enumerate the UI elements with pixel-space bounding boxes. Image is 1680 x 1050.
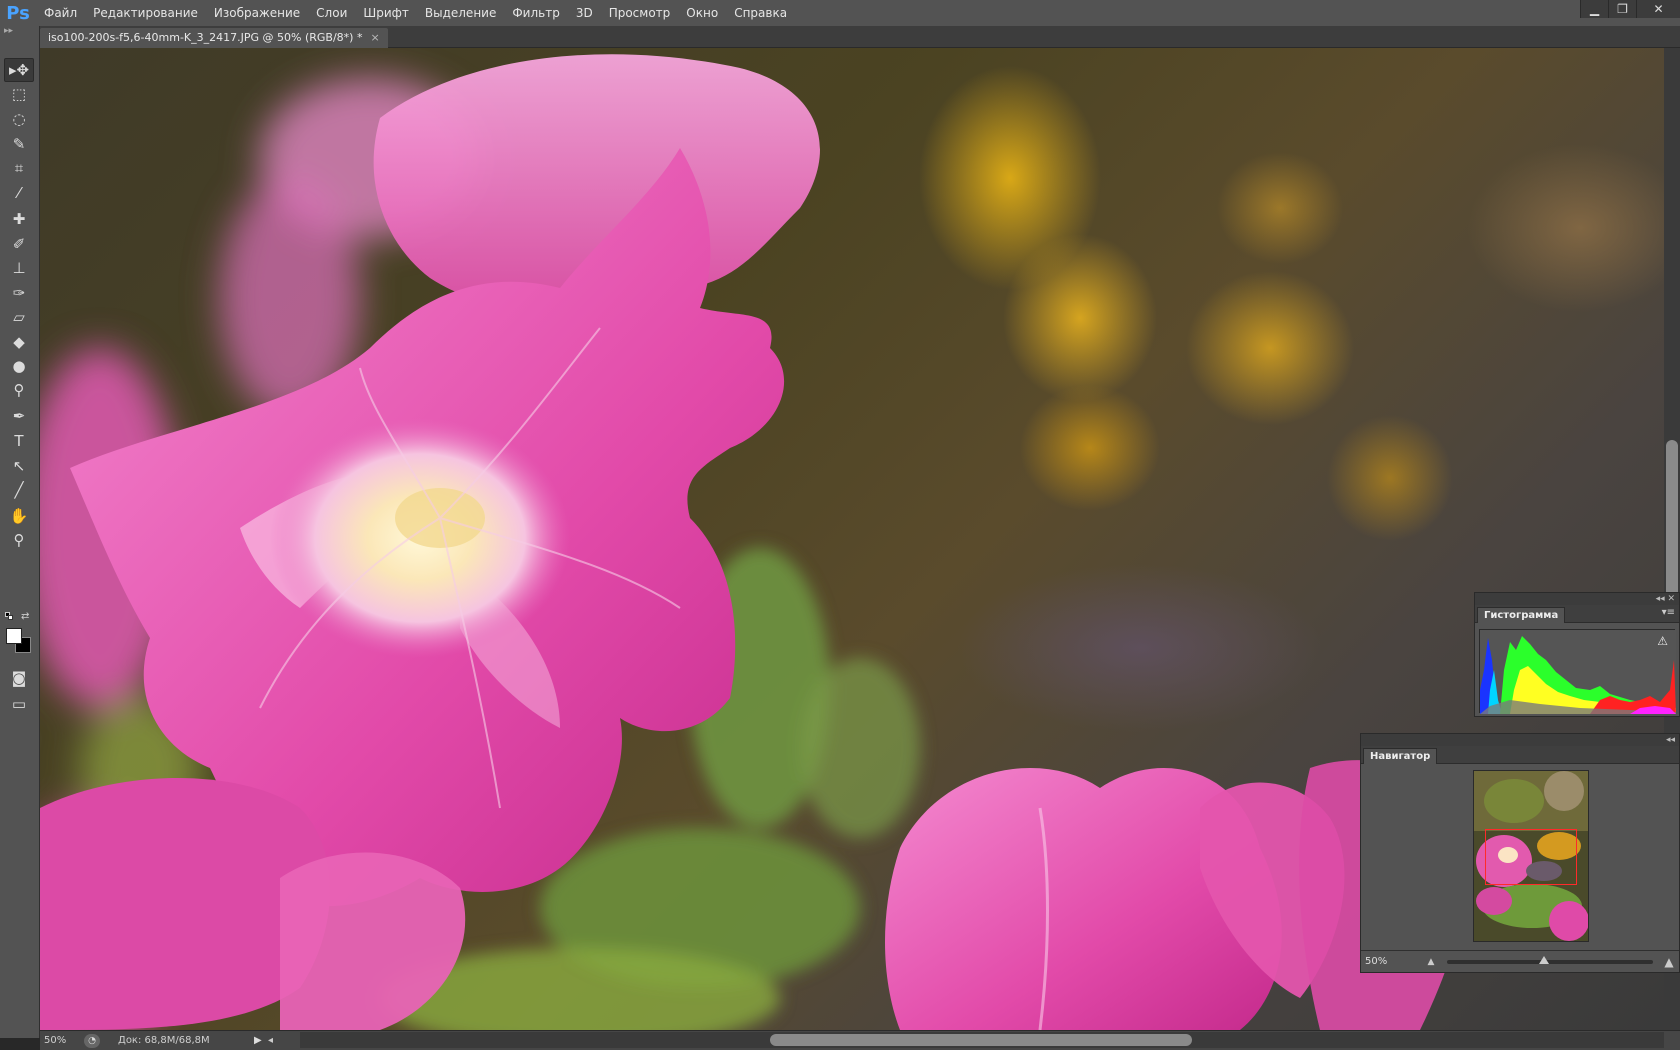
quick-mask-tool[interactable]: ◙ xyxy=(4,666,34,690)
menu-item-7[interactable]: 3D xyxy=(568,0,601,26)
navigator-panel: ◂◂ Навигатор 50% ▲ ▲ xyxy=(1360,733,1680,973)
toolbar-grip-icon[interactable]: ▸▸ xyxy=(0,26,39,40)
document-tab-bar: iso100-200s-f5,6-40mm-K_3_2417.JPG @ 50%… xyxy=(40,26,1680,48)
spot-healing-tool[interactable]: ✚ xyxy=(4,207,34,231)
histogram-chart xyxy=(1480,630,1676,714)
type-tool[interactable]: T xyxy=(4,429,34,453)
tools-panel: ▸▸ ▸✥ ⬚ ◌ ✎ ⌗ ⁄ ✚ ✐ ⊥ ✑ ▱ ◆ ● ⚲ ✒ T ↖ ╱ ✋ ⚲ ◙ ▭ ⇄ xyxy=(0,26,40,1038)
histogram-panel-menu-icon[interactable]: ▾≡ xyxy=(1662,607,1675,618)
tab-histogram[interactable]: Гистограмма xyxy=(1477,607,1566,623)
eraser-tool[interactable]: ▱ xyxy=(4,305,34,329)
zoom-in-icon[interactable]: ▲ xyxy=(1659,955,1679,969)
menu-item-1[interactable]: Редактирование xyxy=(85,0,206,26)
rect-marquee-tool[interactable]: ⬚ xyxy=(4,82,34,106)
crop-tool[interactable]: ⌗ xyxy=(4,156,34,180)
menu-item-2[interactable]: Изображение xyxy=(206,0,308,26)
menu-item-10[interactable]: Справка xyxy=(726,0,795,26)
hand-tool[interactable]: ✋ xyxy=(4,504,34,528)
histogram-tab-strip: Гистограмма ▾≡ xyxy=(1475,605,1679,623)
menu-item-0[interactable]: Файл xyxy=(36,0,85,26)
document-size-label: Док: 68,8M/68,8M xyxy=(118,1035,210,1046)
close-window-button[interactable]: ✕ xyxy=(1636,0,1680,18)
navigator-zoom-bar: 50% ▲ ▲ xyxy=(1361,950,1679,972)
navigator-zoom-field[interactable]: 50% xyxy=(1363,954,1421,970)
menu-item-8[interactable]: Просмотр xyxy=(601,0,679,26)
swap-colors-icon[interactable]: ⇄ xyxy=(21,611,29,622)
document-tab[interactable]: iso100-200s-f5,6-40mm-K_3_2417.JPG @ 50%… xyxy=(40,28,388,48)
brush-tool[interactable]: ✐ xyxy=(4,232,34,256)
menu-item-3[interactable]: Слои xyxy=(308,0,355,26)
navigator-thumbnail[interactable] xyxy=(1473,770,1589,942)
clone-stamp-tool[interactable]: ⊥ xyxy=(4,256,34,280)
zoom-out-icon[interactable]: ▲ xyxy=(1421,957,1441,967)
zoom-slider[interactable] xyxy=(1447,955,1653,964)
menu-item-5[interactable]: Выделение xyxy=(417,0,504,26)
horizontal-scrollbar[interactable] xyxy=(300,1032,1664,1048)
zoom-level-field[interactable]: 50% xyxy=(40,1035,84,1046)
paint-bucket-tool[interactable]: ◆ xyxy=(4,330,34,354)
close-tab-icon[interactable]: × xyxy=(370,28,379,48)
quick-selection-tool[interactable]: ✎ xyxy=(4,132,34,156)
zoom-slider-knob[interactable] xyxy=(1539,955,1549,964)
restore-button[interactable]: ❐ xyxy=(1608,0,1636,18)
menu-item-6[interactable]: Фильтр xyxy=(504,0,567,26)
eyedropper-tool[interactable]: ⁄ xyxy=(4,181,34,205)
screen-mode-tool[interactable]: ▭ xyxy=(4,692,34,716)
horizontal-scrollbar-thumb[interactable] xyxy=(770,1034,1192,1046)
cache-warning-icon[interactable]: ⚠ xyxy=(1657,634,1668,648)
histogram-panel: ◂◂ ✕ Гистограмма ▾≡ ⚠ xyxy=(1474,592,1680,717)
histogram-graph: ⚠ xyxy=(1479,629,1676,714)
status-info-icon[interactable]: ◔ xyxy=(84,1033,100,1048)
navigator-panel-collapse-icon[interactable]: ◂◂ xyxy=(1361,734,1679,746)
photoshop-window: Ps Файл Редактирование Изображение Слои Шриф… xyxy=(0,0,1680,1050)
dodge-tool[interactable]: ⚲ xyxy=(4,378,34,402)
zoom-tool[interactable]: ⚲ xyxy=(4,528,34,552)
blur-tool[interactable]: ● xyxy=(4,354,34,378)
menu-item-9[interactable]: Окно xyxy=(678,0,726,26)
path-selection-tool[interactable]: ↖ xyxy=(4,454,34,478)
tab-navigator[interactable]: Навигатор xyxy=(1363,748,1438,764)
menu-bar: Ps Файл Редактирование Изображение Слои Шриф… xyxy=(0,0,1680,26)
move-tool[interactable]: ▸✥ xyxy=(4,58,34,82)
pen-tool[interactable]: ✒ xyxy=(4,404,34,428)
histogram-panel-collapse-icon[interactable]: ◂◂ ✕ xyxy=(1475,593,1679,605)
lasso-tool[interactable]: ◌ xyxy=(4,107,34,131)
default-colors-icon[interactable] xyxy=(5,612,13,620)
line-tool[interactable]: ╱ xyxy=(4,478,34,502)
status-menu-arrow-icon[interactable]: ▶ xyxy=(254,1035,268,1046)
minimize-button[interactable]: ▁ xyxy=(1580,0,1608,18)
menu-item-4[interactable]: Шрифт xyxy=(355,0,417,26)
history-brush-tool[interactable]: ✑ xyxy=(4,281,34,305)
foreground-color-swatch[interactable] xyxy=(6,628,22,644)
scroll-left-icon[interactable]: ◂ xyxy=(268,1035,280,1046)
window-controls: ▁ ❐ ✕ xyxy=(1580,0,1680,18)
menu-items: Файл Редактирование Изображение Слои Шрифт Вы… xyxy=(36,0,795,26)
ps-logo: Ps xyxy=(6,2,30,24)
navigator-view-rectangle[interactable] xyxy=(1485,829,1577,885)
document-tab-title: iso100-200s-f5,6-40mm-K_3_2417.JPG @ 50%… xyxy=(48,31,363,44)
navigator-tab-strip: Навигатор xyxy=(1361,746,1679,764)
